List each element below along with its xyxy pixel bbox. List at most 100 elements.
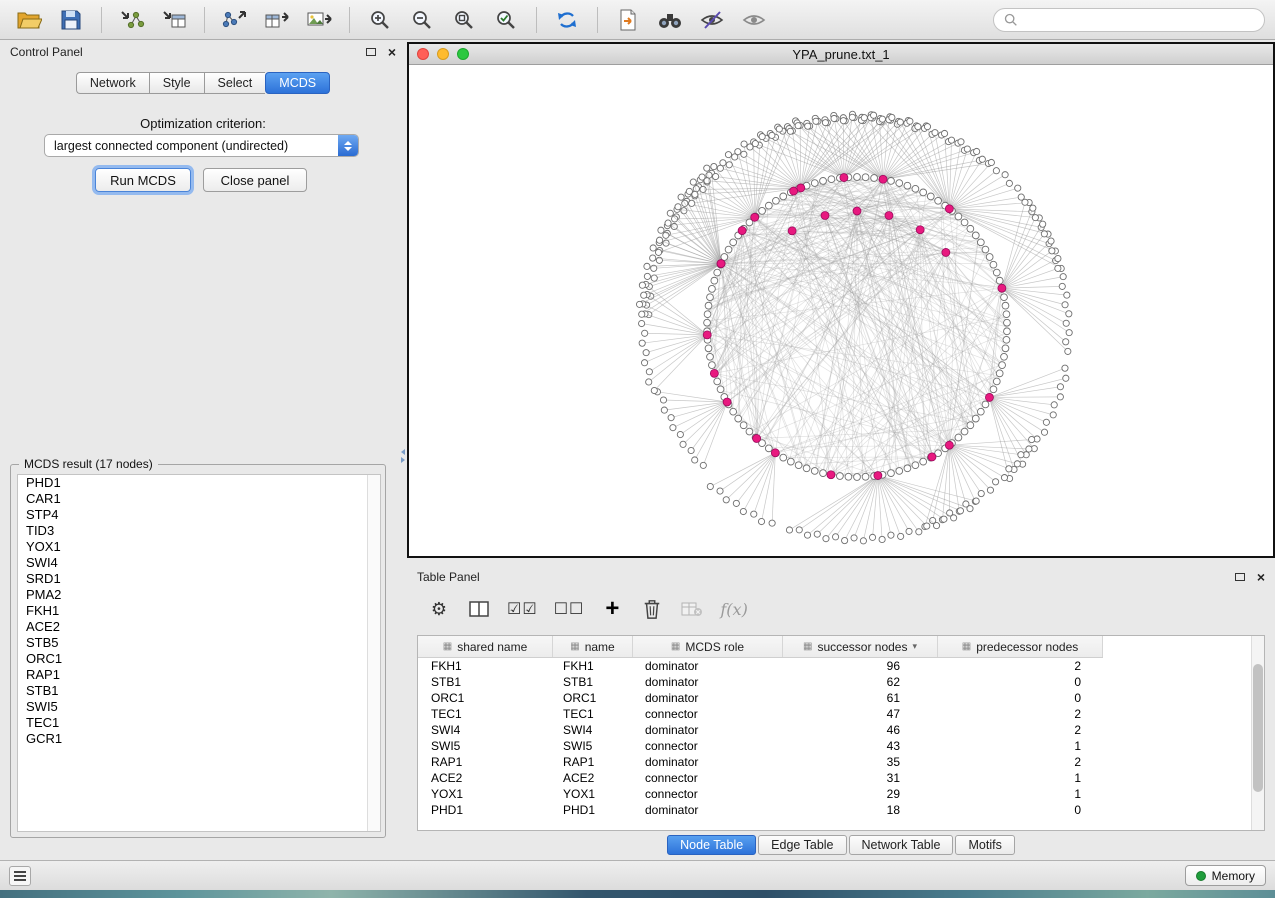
float-panel-icon[interactable]	[366, 48, 376, 56]
table-cell: ORC1	[418, 691, 553, 705]
mcds-result-item[interactable]: YOX1	[18, 539, 380, 555]
delete-table-icon	[681, 600, 703, 618]
save-session-button[interactable]	[52, 5, 90, 35]
table-panel-header: Table Panel ×	[407, 565, 1275, 589]
function-builder-button[interactable]: f(x)	[720, 596, 747, 622]
network-canvas[interactable]	[409, 65, 1273, 556]
float-panel-icon[interactable]	[1235, 573, 1245, 581]
criterion-dropdown[interactable]: largest connected component (undirected)	[44, 134, 359, 157]
toolbar-separator	[349, 7, 350, 33]
network-titlebar[interactable]: YPA_prune.txt_1	[409, 44, 1273, 65]
show-panels-button[interactable]	[9, 866, 31, 886]
search-box[interactable]	[993, 8, 1265, 32]
mcds-result-item[interactable]: ACE2	[18, 619, 380, 635]
table-row[interactable]: RAP1RAP1dominator352	[418, 754, 1264, 770]
table-cell: YOX1	[553, 787, 633, 801]
panel-splitter-handle[interactable]	[399, 448, 407, 464]
eye-slash-icon	[700, 9, 724, 31]
mcds-result-item[interactable]: TID3	[18, 523, 380, 539]
table-row[interactable]: SWI5SWI5connector431	[418, 738, 1264, 754]
mcds-result-item[interactable]: PHD1	[18, 475, 380, 491]
add-column-button[interactable]: +	[600, 596, 624, 622]
column-header-successor-nodes[interactable]: ▦ successor nodes ▾	[783, 636, 938, 657]
table-row[interactable]: SWI4SWI4dominator462	[418, 722, 1264, 738]
clone-network-button[interactable]	[609, 5, 647, 35]
mcds-result-item[interactable]: GCR1	[18, 731, 380, 747]
apply-layout-button[interactable]	[548, 5, 586, 35]
zoom-fit-icon	[453, 9, 475, 31]
mcds-result-item[interactable]: STB5	[18, 635, 380, 651]
tab-select[interactable]: Select	[204, 72, 266, 94]
mcds-result-item[interactable]: STP4	[18, 507, 380, 523]
zoom-in-button[interactable]	[361, 5, 399, 35]
tab-style[interactable]: Style	[149, 72, 204, 94]
open-session-button[interactable]	[10, 5, 48, 35]
table-row[interactable]: STB1STB1dominator620	[418, 674, 1264, 690]
close-panel-icon[interactable]: ×	[1257, 570, 1265, 584]
column-header-shared-name[interactable]: ▦ shared name	[418, 636, 553, 657]
table-cell: SWI4	[553, 723, 633, 737]
table-row[interactable]: FKH1FKH1dominator962	[418, 658, 1264, 674]
show-columns-button[interactable]	[467, 596, 491, 622]
table-row[interactable]: YOX1YOX1connector291	[418, 786, 1264, 802]
show-all-button[interactable]	[735, 5, 773, 35]
column-header-mcds-role[interactable]: ▦ MCDS role	[633, 636, 783, 657]
import-table-button[interactable]	[155, 5, 193, 35]
column-header-predecessor-nodes[interactable]: ▦ predecessor nodes	[938, 636, 1103, 657]
table-cell: 2	[938, 755, 1103, 769]
find-button[interactable]	[651, 5, 689, 35]
zoom-selected-button[interactable]	[487, 5, 525, 35]
deselect-all-rows-button[interactable]: ☐☐	[554, 596, 585, 622]
close-panel-icon[interactable]: ×	[388, 45, 396, 59]
mcds-result-item[interactable]: ORC1	[18, 651, 380, 667]
mcds-result-item[interactable]: SWI5	[18, 699, 380, 715]
mcds-list-scrollbar[interactable]	[367, 475, 380, 831]
mcds-result-item[interactable]: TEC1	[18, 715, 380, 731]
search-input[interactable]	[1023, 13, 1255, 27]
desktop-wallpaper-strip	[0, 890, 1275, 898]
tab-motifs[interactable]: Motifs	[955, 835, 1014, 855]
table-cell: SWI4	[418, 723, 553, 737]
tab-network[interactable]: Network	[76, 72, 149, 94]
table-cell: ORC1	[553, 691, 633, 705]
delete-table-button[interactable]	[680, 596, 704, 622]
import-network-button[interactable]	[113, 5, 151, 35]
select-all-rows-button[interactable]: ☑☑	[507, 596, 538, 622]
mcds-result-item[interactable]: RAP1	[18, 667, 380, 683]
table-row[interactable]: ACE2ACE2connector311	[418, 770, 1264, 786]
tab-mcds[interactable]: MCDS	[265, 72, 330, 94]
hide-selected-button[interactable]	[693, 5, 731, 35]
export-table-button[interactable]	[258, 5, 296, 35]
table-settings-button[interactable]: ⚙	[427, 596, 451, 622]
table-row[interactable]: ORC1ORC1dominator610	[418, 690, 1264, 706]
memory-button[interactable]: Memory	[1185, 865, 1266, 886]
status-bar: Memory	[0, 860, 1275, 890]
zoom-out-button[interactable]	[403, 5, 441, 35]
trash-icon	[642, 598, 662, 620]
mcds-result-item[interactable]: SRD1	[18, 571, 380, 587]
table-cell: 2	[938, 707, 1103, 721]
mcds-result-item[interactable]: SWI4	[18, 555, 380, 571]
table-row[interactable]: TEC1TEC1connector472	[418, 706, 1264, 722]
table-row[interactable]: PHD1PHD1dominator180	[418, 802, 1264, 818]
run-mcds-button[interactable]: Run MCDS	[95, 168, 191, 192]
tab-edge-table[interactable]: Edge Table	[758, 835, 846, 855]
table-scrollbar[interactable]	[1251, 636, 1264, 830]
tab-node-table[interactable]: Node Table	[667, 835, 756, 855]
column-header-name[interactable]: ▦ name	[553, 636, 633, 657]
refresh-icon	[555, 9, 579, 31]
table-scrollbar-thumb[interactable]	[1253, 664, 1263, 792]
binoculars-icon	[657, 9, 683, 31]
export-network-button[interactable]	[216, 5, 254, 35]
zoom-fit-button[interactable]	[445, 5, 483, 35]
delete-column-button[interactable]	[640, 596, 664, 622]
export-image-button[interactable]	[300, 5, 338, 35]
mcds-result-item[interactable]: PMA2	[18, 587, 380, 603]
mcds-result-item[interactable]: CAR1	[18, 491, 380, 507]
mcds-result-item[interactable]: STB1	[18, 683, 380, 699]
columns-icon	[469, 600, 489, 618]
mcds-result-item[interactable]: FKH1	[18, 603, 380, 619]
tab-network-table[interactable]: Network Table	[849, 835, 954, 855]
export-image-icon	[306, 9, 332, 31]
close-panel-button[interactable]: Close panel	[203, 168, 307, 192]
